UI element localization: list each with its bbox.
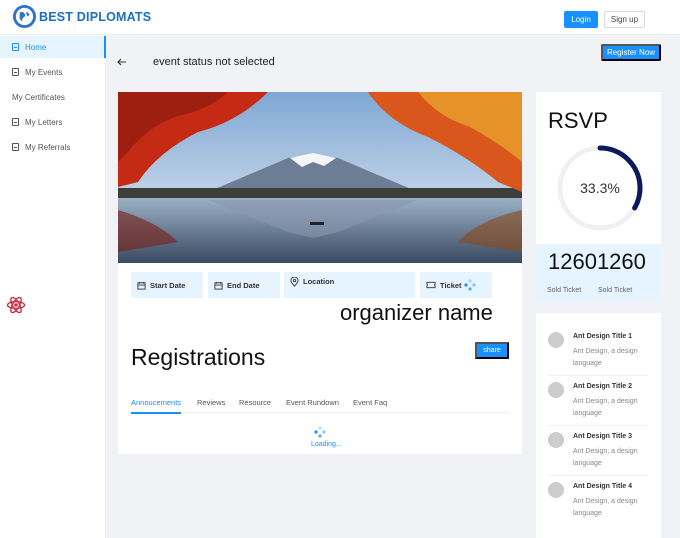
sidebar-item-my-referrals[interactable]: My Referrals	[0, 136, 106, 158]
rsvp-card: RSVP 33.3% 12601260 Sold Ticket Sold Tic…	[536, 92, 661, 302]
signup-button[interactable]: Sign up	[604, 11, 645, 28]
location-label: Location	[303, 277, 335, 286]
event-cover-image	[118, 92, 522, 263]
document-icon	[12, 143, 19, 151]
tab-resource[interactable]: Resource	[239, 398, 271, 407]
active-tab-indicator	[131, 412, 181, 414]
rsvp-percent-label: 33.3%	[580, 180, 620, 196]
list-item-title: Ant Design Title 4	[573, 483, 632, 490]
ticket-chip[interactable]: Ticket	[420, 272, 492, 298]
sidebar-item-my-letters[interactable]: My Letters	[0, 111, 106, 133]
sidebar-item-label: My Events	[25, 67, 63, 77]
list-card: Ant Design Title 1 Ant Design, a design …	[536, 313, 661, 538]
list-item-description: Ant Design, a design language	[573, 348, 638, 367]
sidebar: Home My Events My Certificates My Letter…	[0, 35, 106, 538]
location-pin-icon	[290, 277, 299, 287]
back-arrow-icon[interactable]	[116, 56, 128, 68]
list-item[interactable]: Ant Design Title 2 Ant Design, a design …	[548, 376, 648, 426]
document-icon	[12, 118, 19, 126]
end-date-label: End Date	[227, 280, 260, 290]
list-item-title: Ant Design Title 1	[573, 333, 632, 340]
sold-ticket-label: Sold Ticket	[547, 287, 582, 294]
rsvp-count: 12601260	[548, 249, 646, 274]
ticket-icon	[426, 281, 436, 289]
login-button[interactable]: Login	[564, 11, 598, 28]
brand-name: BEST DIPLOMATS	[39, 10, 152, 24]
register-now-button[interactable]: Register Now	[601, 44, 661, 61]
list-item[interactable]: Ant Design Title 4 Ant Design, a design …	[548, 476, 648, 526]
organizer-name: organizer name	[340, 300, 493, 325]
sold-ticket-label: Sold Ticket	[598, 287, 633, 294]
loading-text: Loading...	[311, 441, 342, 448]
tab-event-rundown[interactable]: Event Rundown	[286, 398, 339, 407]
list-item[interactable]: Ant Design Title 1 Ant Design, a design …	[548, 326, 648, 376]
tab-reviews[interactable]: Reviews	[197, 398, 225, 407]
rsvp-title: RSVP	[548, 108, 608, 133]
list-item-description: Ant Design, a design language	[573, 448, 638, 467]
document-icon	[12, 68, 19, 76]
start-date-label: Start Date	[150, 280, 186, 290]
calendar-icon	[137, 281, 146, 290]
avatar	[548, 432, 564, 448]
list-item[interactable]: Ant Design Title 3 Ant Design, a design …	[548, 426, 648, 476]
ticket-label: Ticket	[440, 280, 462, 290]
sidebar-item-my-certificates[interactable]: My Certificates	[0, 86, 106, 108]
document-icon	[12, 43, 19, 51]
sidebar-item-label: Home	[25, 42, 47, 52]
list-item-title: Ant Design Title 2	[573, 383, 632, 390]
location-chip[interactable]: Location	[284, 272, 415, 298]
tab-annoucements[interactable]: Annoucements	[131, 398, 181, 407]
list-item-description: Ant Design, a design language	[573, 498, 638, 517]
registrations-title: Registrations	[131, 344, 266, 370]
share-button[interactable]: share	[475, 342, 509, 359]
avatar	[548, 382, 564, 398]
avatar	[548, 482, 564, 498]
list-item-description: Ant Design, a design language	[573, 398, 638, 417]
event-tabs: Annoucements Reviews Resource Event Rund…	[131, 395, 509, 414]
sidebar-item-label: My Certificates	[12, 92, 65, 102]
avatar	[548, 332, 564, 348]
end-date-chip[interactable]: End Date	[208, 272, 280, 298]
sidebar-item-my-events[interactable]: My Events	[0, 61, 106, 83]
calendar-icon	[214, 281, 223, 290]
start-date-chip[interactable]: Start Date	[131, 272, 203, 298]
event-card: Start Date End Date Location Ticket orga…	[118, 92, 522, 454]
sidebar-item-label: My Referrals	[25, 142, 71, 152]
list-item-title: Ant Design Title 3	[573, 433, 632, 440]
sidebar-item-label: My Letters	[25, 117, 63, 127]
loading-spinner-icon	[463, 279, 476, 291]
globe-logo-icon[interactable]	[12, 4, 37, 29]
sidebar-item-home[interactable]: Home	[0, 36, 106, 58]
top-header: BEST DIPLOMATS Login Sign up	[0, 0, 680, 35]
rsvp-stats-panel: 12601260 Sold Ticket Sold Ticket	[536, 244, 661, 302]
event-status-title: event status not selected	[153, 56, 275, 68]
tab-event-faq[interactable]: Event Faq	[353, 398, 387, 407]
loading-spinner-icon	[314, 426, 326, 438]
react-devtools-icon[interactable]	[6, 295, 26, 315]
